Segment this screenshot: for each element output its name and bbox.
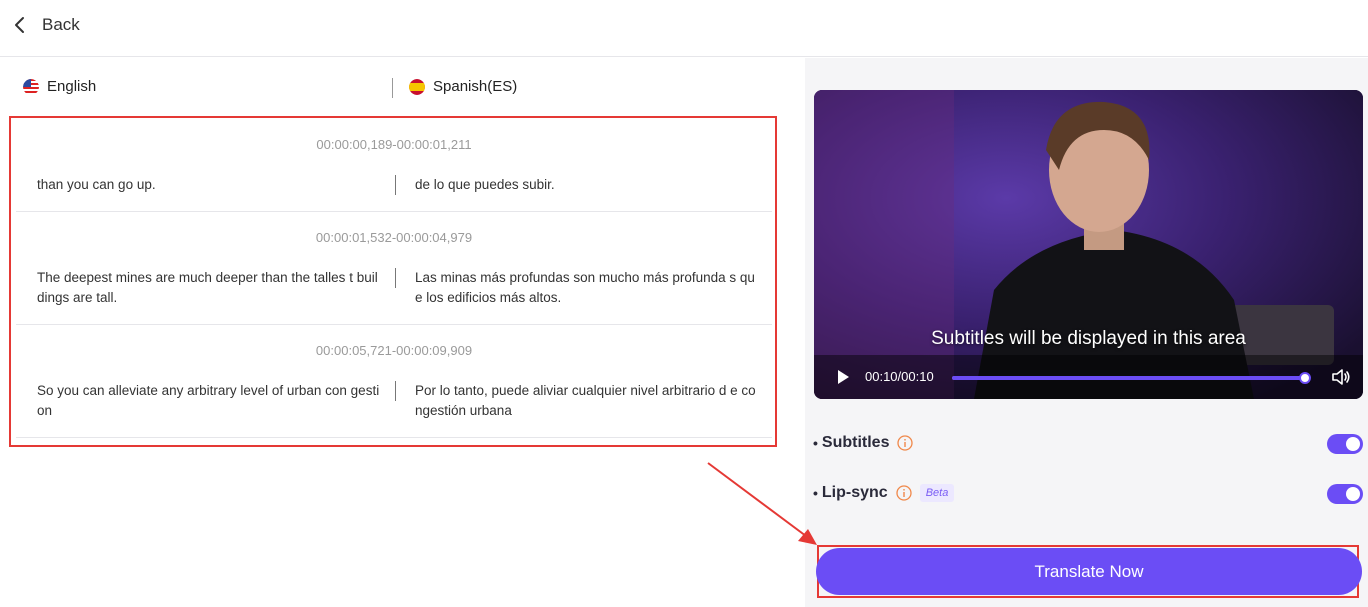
subtitle-placeholder: Subtitles will be displayed in this area: [931, 328, 1246, 349]
option-subtitles: • Subtitles: [813, 434, 914, 452]
volume-icon[interactable]: [1331, 367, 1351, 387]
subtitle-segments: 00:00:00,189-00:00:01,211 than you can g…: [9, 116, 777, 447]
option-subtitles-label: Subtitles: [821, 434, 890, 451]
us-flag-icon: [23, 78, 39, 95]
info-icon[interactable]: [897, 435, 914, 451]
progress-handle[interactable]: [1299, 372, 1311, 384]
bullet: •: [813, 485, 818, 501]
top-header: Back: [0, 0, 1368, 57]
beta-badge: Beta: [919, 484, 955, 502]
back-label: Back: [42, 15, 80, 34]
preview-panel: Subtitles will be displayed in this area…: [805, 58, 1368, 607]
video-player[interactable]: Subtitles will be displayed in this area…: [814, 90, 1363, 399]
option-lipsync-label: Lip-sync: [821, 484, 888, 501]
target-language[interactable]: Spanish(ES): [409, 78, 517, 95]
lipsync-toggle[interactable]: [1327, 484, 1363, 504]
segment-row[interactable]: 00:00:01,532-00:00:04,979 The deepest mi…: [16, 212, 772, 325]
toggle-knob: [1346, 437, 1360, 451]
video-time: 00:10/00:10: [865, 369, 934, 384]
option-lipsync: • Lip-sync Beta: [813, 484, 955, 502]
segment-time: 00:00:05,721-00:00:09,909: [315, 343, 473, 358]
subtitles-toggle[interactable]: [1327, 434, 1363, 454]
video-controls: 00:10/00:10: [814, 355, 1363, 399]
segment-row[interactable]: 00:00:05,721-00:00:09,909 So you can all…: [16, 325, 772, 438]
info-icon[interactable]: [896, 485, 912, 501]
cta-highlight: Translate Now: [816, 545, 1362, 598]
segment-row[interactable]: 00:00:00,189-00:00:01,211 than you can g…: [16, 118, 772, 212]
segment-source-text[interactable]: The deepest mines are much deeper than t…: [37, 268, 381, 308]
segment-target-text[interactable]: Por lo tanto, puede aliviar cualquier ni…: [415, 381, 759, 421]
source-language-label: English: [47, 78, 97, 95]
video-frame: [814, 90, 1363, 399]
language-divider: [392, 78, 393, 98]
progress-fill: [952, 376, 1305, 380]
segment-time: 00:00:00,189-00:00:01,211: [316, 137, 472, 152]
segment-target-text[interactable]: Las minas más profundas son mucho más pr…: [415, 268, 759, 308]
segment-source-text[interactable]: than you can go up.: [37, 175, 381, 195]
translate-now-button[interactable]: Translate Now: [816, 548, 1362, 595]
segment-target-text[interactable]: de lo que puedes subir.: [415, 175, 759, 195]
segment-divider: [395, 381, 396, 401]
segment-divider: [395, 268, 396, 288]
language-bar: English Spanish(ES): [0, 58, 805, 116]
segment-divider: [395, 175, 396, 195]
spain-flag-icon: [409, 78, 425, 95]
source-language[interactable]: English: [23, 78, 96, 95]
video-progress-bar[interactable]: [952, 372, 1311, 384]
segment-time: 00:00:01,532-00:00:04,979: [315, 230, 473, 245]
segment-source-text[interactable]: So you can alleviate any arbitrary level…: [37, 381, 381, 421]
bullet: •: [813, 435, 818, 451]
back-button[interactable]: Back: [10, 14, 80, 36]
chevron-left-icon: [15, 17, 24, 33]
target-language-label: Spanish(ES): [433, 78, 518, 95]
toggle-knob: [1346, 487, 1360, 501]
play-icon[interactable]: [835, 369, 851, 385]
